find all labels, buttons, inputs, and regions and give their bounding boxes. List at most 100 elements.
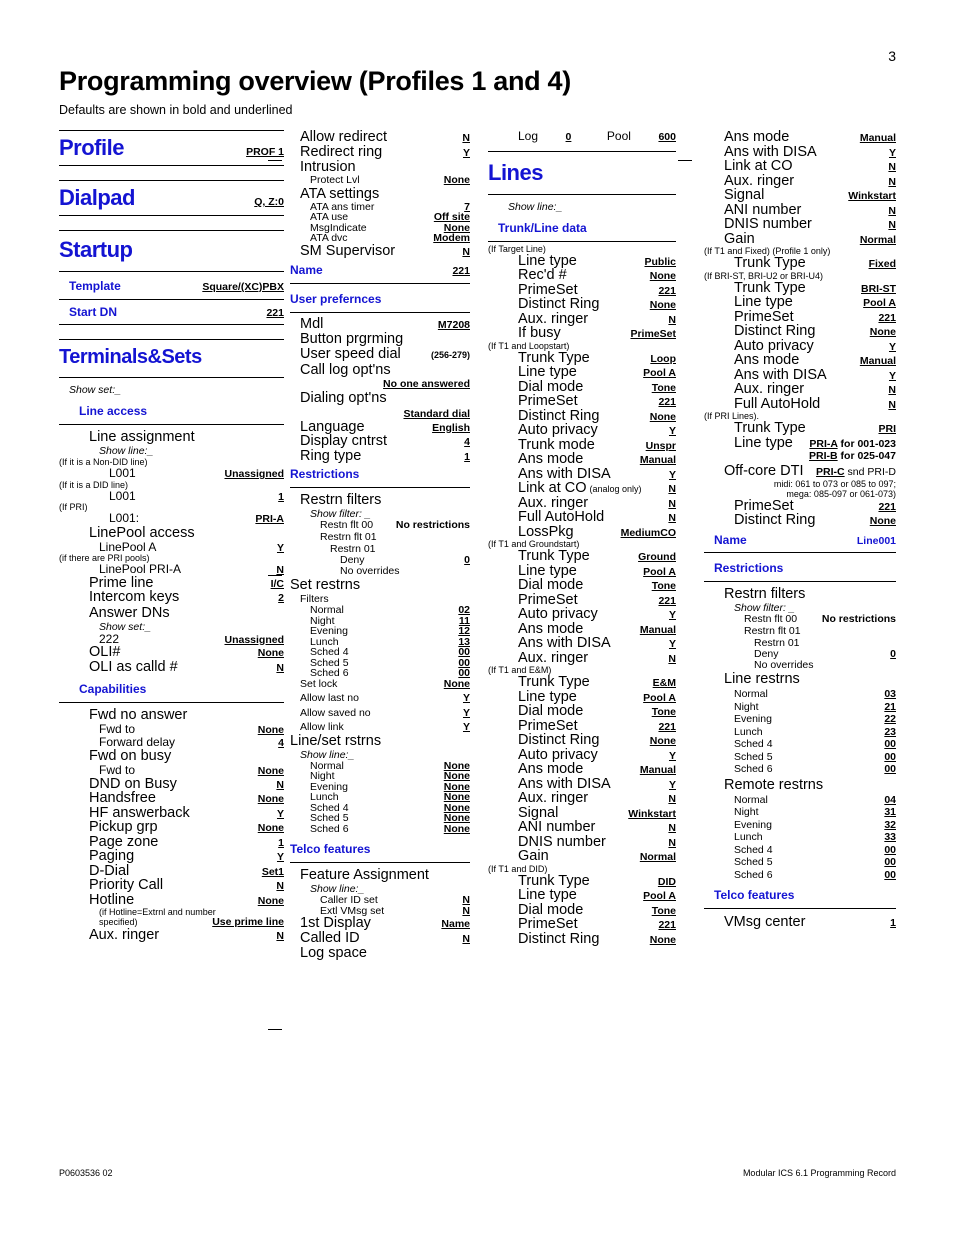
em-ans-with-disa-value: Y xyxy=(668,778,676,791)
pri-trunk-type-value: PRI xyxy=(878,423,896,435)
if-busy-label: If busy xyxy=(518,325,561,341)
c4-aux-ringer-value: N xyxy=(888,175,896,188)
bri-auto-privacy-label: Auto privacy xyxy=(734,337,814,354)
loop-auto-privacy-label: Auto privacy xyxy=(518,422,598,438)
ground-dial-mode-label: Dial mode xyxy=(518,577,584,593)
fixed-trunk-type-value: Fixed xyxy=(868,258,896,270)
hf-answerback-row: HF answerback Y xyxy=(59,805,284,821)
deny-label: Deny xyxy=(340,553,365,566)
loop-aux-ringer-value: N xyxy=(668,497,676,510)
allow-last-no-label: Allow last no xyxy=(300,692,359,704)
loop-dial-mode-label: Dial mode xyxy=(518,378,584,395)
filter-sched6-value: 00 xyxy=(458,667,470,679)
mdl-value: M7208 xyxy=(437,318,470,331)
filter-sched4-row: Sched 4 00 xyxy=(290,647,470,658)
ground-ans-with-disa-value: Y xyxy=(668,638,676,650)
loop-trunk-type-row: Trunk Type Loop xyxy=(488,349,676,366)
did-distinct-ring-row: Distinct Ring None xyxy=(488,931,676,947)
c4-no-overrides-label: No overrides xyxy=(754,659,814,671)
em-auto-privacy-row: Auto privacy Y xyxy=(488,747,676,763)
user-speed-dial-label: User speed dial xyxy=(300,346,401,362)
did-line-type-value: Pool A xyxy=(643,890,676,902)
ring-type-row: Ring type 1 xyxy=(290,448,470,464)
c4-ans-with-disa-row: Ans with DISA Y xyxy=(704,144,896,160)
bri-primeset-value: 221 xyxy=(878,311,896,324)
pri-distinct-ring-row: Distinct Ring None xyxy=(704,513,896,528)
footer-document-code: P0603536 02 xyxy=(59,1168,113,1178)
target-primeset-label: PrimeSet xyxy=(518,281,578,298)
remote-restrns-night-value: 31 xyxy=(884,806,896,818)
target-aux-ringer-label: Aux. ringer xyxy=(518,310,589,327)
ata-use-value: Off site xyxy=(433,211,470,223)
remote-restrns-sched6-row: Sched 6 00 xyxy=(704,869,896,881)
forward-delay-row: Forward delay 4 xyxy=(59,736,284,749)
em-dnis-number-value: N xyxy=(668,836,676,849)
filter-sched6-row: Sched 6 00 xyxy=(290,668,470,679)
em-line-type-value: Pool A xyxy=(643,691,676,704)
bri-full-autohold-value: N xyxy=(888,398,896,411)
restrn-filters-label: Restrn filters xyxy=(300,492,382,508)
pri-line-type-value-b: PRI-B for 025-047 xyxy=(704,450,896,462)
c4-restn-flt-00-value: No restrictions xyxy=(821,613,896,625)
allow-saved-no-label: Allow saved no xyxy=(300,706,371,719)
bri-aux-ringer-value: N xyxy=(888,384,896,396)
pri-line-type-value-a: PRI-A for 001-023 xyxy=(803,438,896,450)
loop-distinct-ring-label: Distinct Ring xyxy=(518,407,600,424)
startup-heading: Startup xyxy=(59,237,133,262)
first-display-label: 1st Display xyxy=(300,915,371,931)
recd-number-label: Rec'd # xyxy=(518,267,567,283)
remote-restrns-lunch-label: Lunch xyxy=(734,831,763,843)
remote-restrns-evening-row: Evening 32 xyxy=(704,819,896,831)
did-trunk-type-label: Trunk Type xyxy=(518,872,590,889)
loop-trunk-type-label: Trunk Type xyxy=(518,349,590,366)
allow-saved-no-row: Allow saved no Y xyxy=(290,706,470,719)
called-id-label: Called ID xyxy=(300,929,360,946)
c4-restn-flt-00-row: Restn flt 00 No restrictions xyxy=(704,614,896,625)
target-aux-ringer-value: N xyxy=(668,313,676,326)
mdl-label: Mdl xyxy=(300,315,324,332)
answer-dns-label: Answer DNs xyxy=(89,604,170,621)
recd-number-row: Rec'd # None xyxy=(488,268,676,283)
log-pool-row: Log 0 Pool 600 xyxy=(488,130,676,143)
line-restrns-normal-row: Normal 03 xyxy=(704,689,896,700)
c4-ani-number-value: N xyxy=(888,204,896,217)
profile-heading: Profile xyxy=(59,135,124,160)
filter-evening-label: Evening xyxy=(310,625,348,637)
loop-distinct-ring-value: None xyxy=(649,410,676,423)
called-id-value: N xyxy=(462,932,470,945)
remote-restrns-sched4-label: Sched 4 xyxy=(734,843,773,856)
line-restrns-evening-row: Evening 22 xyxy=(704,714,896,725)
ground-trunk-type-row: Trunk Type Ground xyxy=(488,549,676,564)
loop-trunk-mode-row: Trunk mode Unspr xyxy=(488,437,676,453)
allow-redirect-value: N xyxy=(462,132,470,144)
log-value: 0 xyxy=(565,131,572,143)
remote-restrns-label: Remote restrns xyxy=(724,776,824,793)
did-dial-mode-value: Tone xyxy=(651,904,676,917)
em-trunk-type-row: Trunk Type E&M xyxy=(488,675,676,690)
dnd-on-busy-label: DND on Busy xyxy=(89,775,177,792)
filter-evening-value: 12 xyxy=(458,625,470,637)
pri-c-bold: PRI-C xyxy=(816,466,845,478)
ground-aux-ringer-label: Aux. ringer xyxy=(518,649,589,666)
protect-lvl-value: None xyxy=(443,174,470,186)
oli-as-calld-row: OLI as calld # N xyxy=(59,659,284,675)
bri-distinct-ring-value: None xyxy=(869,326,896,338)
lineset-night-row: Night None xyxy=(290,771,470,782)
redirect-ring-label: Redirect ring xyxy=(300,143,383,160)
em-signal-value: Winkstart xyxy=(628,807,676,820)
cond-pri: (If PRI) xyxy=(59,502,88,512)
bri-full-autohold-label: Full AutoHold xyxy=(734,395,821,412)
first-display-row: 1st Display Name xyxy=(290,916,470,931)
ring-type-value: 1 xyxy=(464,450,470,463)
lineset-sched5-label: Sched 5 xyxy=(310,812,349,824)
allow-link-row: Allow link Y xyxy=(290,722,470,733)
link-at-co-label: Link at CO xyxy=(518,480,587,496)
loop-primeset-value: 221 xyxy=(658,396,676,408)
bri-primeset-row: PrimeSet 221 xyxy=(704,309,896,325)
lineset-lunch-label: Lunch xyxy=(310,791,339,803)
filter-evening-row: Evening 12 xyxy=(290,626,470,637)
restrn-flt-01-label: Restrn flt 01 xyxy=(320,530,377,543)
em-dnis-number-row: DNIS number N xyxy=(488,834,676,850)
pri-line-type-label: Line type xyxy=(734,434,793,451)
em-gain-label: Gain xyxy=(518,848,549,864)
